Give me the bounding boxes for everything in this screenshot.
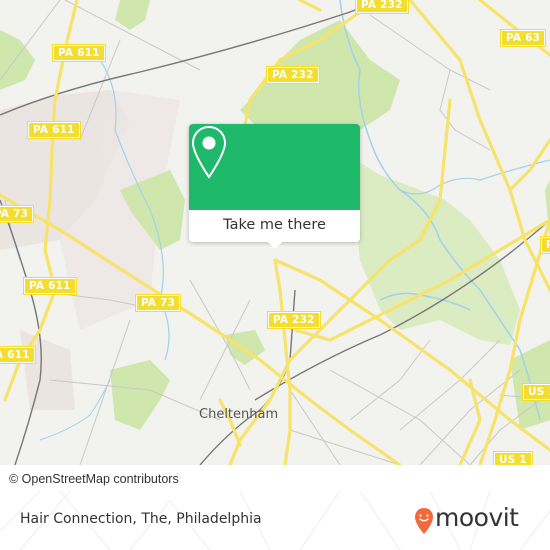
moovit-wordmark: moovit (435, 503, 519, 532)
route-shield: PA 611 (23, 277, 77, 295)
place-name: Hair Connection, The, Philadelphia (20, 511, 262, 527)
map-pin-icon (191, 125, 227, 179)
location-popup: Take me there (189, 124, 360, 249)
route-shield: PA 232 (355, 0, 409, 14)
stream (399, 159, 550, 195)
popup-pointer (267, 241, 283, 249)
route-shield: US 1 (493, 451, 533, 465)
take-me-there-button[interactable]: Take me there (189, 210, 360, 242)
popup-header (189, 124, 360, 210)
park-area (115, 0, 150, 30)
route-shield: PA 63 (500, 29, 547, 47)
route-shield: PA 232 (266, 66, 320, 84)
map-attribution[interactable]: © OpenStreetMap contributors (0, 469, 206, 491)
map-view[interactable]: PA 611 PA 232 PA 63 PA 611 PA 232 PA 73 … (0, 0, 550, 465)
route-shield: US 1 (522, 383, 550, 401)
route-shield: PA 73 (135, 294, 182, 312)
route-shield: PA 73 (0, 205, 35, 223)
route-shield: PA 232 (540, 236, 550, 254)
moovit-smile-pin-icon (415, 508, 433, 534)
route-shield: PA 611 (27, 121, 81, 139)
park-area (340, 150, 520, 345)
route-shield: PA 232 (267, 311, 321, 329)
route-shield: PA 611 (52, 44, 106, 62)
urban-area (20, 330, 75, 410)
park-area (0, 30, 35, 90)
place-label-cheltenham: Cheltenham (199, 407, 279, 422)
route-shield: PA 611 (0, 346, 36, 364)
footer-bar: Hair Connection, The, Philadelphia moovi… (0, 491, 550, 550)
